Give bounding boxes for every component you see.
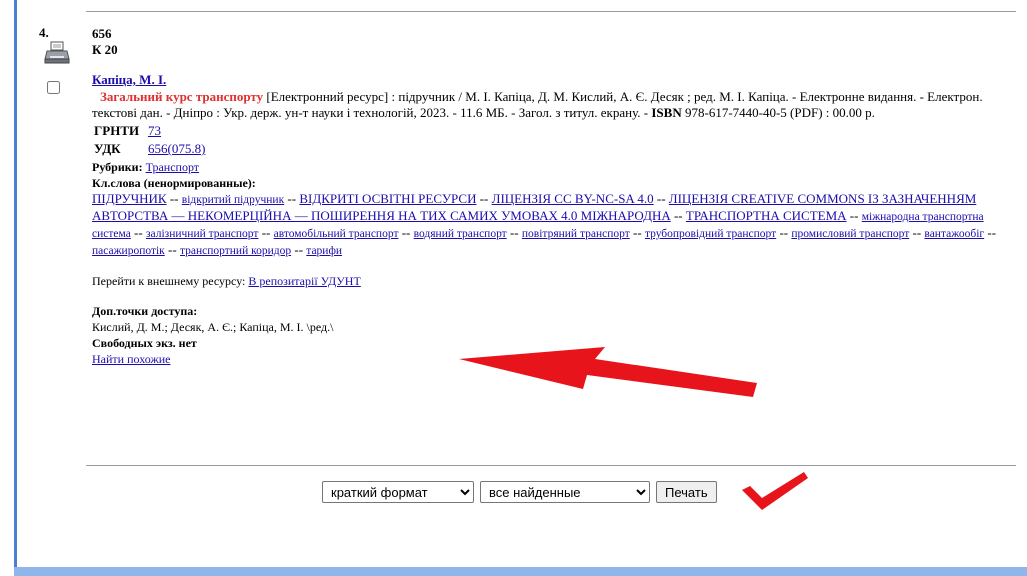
- keyword-link[interactable]: залізничний транспорт: [146, 228, 258, 240]
- keyword-link[interactable]: водяний транспорт: [414, 228, 507, 240]
- keyword-separator: --: [476, 191, 492, 206]
- keyword-link[interactable]: відкритий підручник: [182, 194, 284, 206]
- udk-link[interactable]: 656(075.8): [148, 141, 205, 156]
- keyword-link[interactable]: пасажиропотік: [92, 245, 165, 257]
- record-select-checkbox[interactable]: [47, 81, 60, 94]
- keyword-separator: --: [846, 208, 862, 223]
- access-points-value: Кислий, Д. М.; Десяк, А. Є.; Капіца, М. …: [92, 320, 334, 334]
- isbn-value: 978-617-7440-40-5 (PDF) : 00.00 р.: [681, 105, 875, 120]
- record-title: Загальний курс транспорту: [100, 89, 264, 104]
- print-controls: краткий формат все найденные Печать: [322, 481, 717, 503]
- record-body: 656 К 20 Капіца, М. І. Загальний курс тр…: [92, 26, 1012, 367]
- keyword-link[interactable]: повітряний транспорт: [522, 228, 630, 240]
- external-resource-label: Перейти к внешнему ресурсу:: [92, 274, 249, 288]
- keyword-link[interactable]: тарифи: [306, 245, 342, 257]
- rubrics-row: Рубрики: Транспорт: [92, 159, 1012, 175]
- divider-top: [86, 11, 1016, 12]
- rubric-link[interactable]: Транспорт: [146, 160, 199, 174]
- keyword-separator: --: [291, 242, 307, 257]
- grnti-row: ГРНТИ 73: [94, 123, 1012, 139]
- udk-label: УДК: [94, 141, 121, 156]
- class-code: 656: [92, 26, 112, 41]
- keyword-separator: --: [258, 225, 274, 240]
- keyword-link[interactable]: ТРАНСПОРТНА СИСТЕМА: [686, 208, 847, 223]
- keywords-list: ПІДРУЧНИК -- відкритий підручник -- ВІДК…: [92, 191, 1012, 259]
- keyword-link[interactable]: ВІДКРИТІ ОСВІТНІ РЕСУРСИ: [299, 191, 476, 206]
- keyword-separator: --: [984, 225, 997, 240]
- keyword-link[interactable]: вантажообіг: [924, 228, 984, 240]
- keyword-separator: --: [653, 191, 669, 206]
- keyword-link[interactable]: ЛІЦЕНЗІЯ CC BY-NC-SA 4.0: [492, 191, 654, 206]
- author-mark: К 20: [92, 42, 118, 57]
- keyword-separator: --: [506, 225, 522, 240]
- red-checkmark-annotation: [742, 472, 808, 510]
- udk-row: УДК 656(075.8): [94, 141, 1012, 157]
- divider-bottom: [86, 465, 1016, 466]
- keyword-separator: --: [284, 191, 300, 206]
- bibliographic-entry: Загальний курс транспорту [Електронний р…: [92, 89, 1012, 121]
- keyword-separator: --: [629, 225, 645, 240]
- external-resource-link[interactable]: В репозитарії УДУНТ: [248, 274, 360, 288]
- frame-bottom-border: [14, 567, 1027, 576]
- keyword-separator: --: [398, 225, 414, 240]
- keyword-separator: --: [776, 225, 792, 240]
- grnti-label: ГРНТИ: [94, 123, 140, 138]
- grnti-link[interactable]: 73: [148, 123, 161, 138]
- printer-icon[interactable]: [44, 40, 70, 66]
- keywords-label: Кл.слова (ненормированные):: [92, 176, 256, 190]
- print-button[interactable]: Печать: [656, 481, 717, 503]
- keyword-separator: --: [166, 191, 182, 206]
- rubrics-label: Рубрики:: [92, 160, 143, 174]
- frame-left-border: [14, 0, 17, 576]
- keyword-link[interactable]: автомобільний транспорт: [274, 228, 399, 240]
- keyword-separator: --: [164, 242, 180, 257]
- author-link[interactable]: Капіца, М. І.: [92, 72, 1012, 88]
- scope-select[interactable]: все найденные: [480, 481, 650, 503]
- keyword-separator: --: [130, 225, 146, 240]
- keyword-link[interactable]: трубопровідний транспорт: [645, 228, 776, 240]
- record-number: 4.: [39, 25, 49, 40]
- isbn-label: ISBN: [651, 105, 682, 120]
- external-resource-row: Перейти к внешнему ресурсу: В репозитарі…: [92, 273, 1012, 289]
- keyword-link[interactable]: промисловий транспорт: [791, 228, 909, 240]
- keyword-separator: --: [909, 225, 925, 240]
- access-points-label: Доп.точки доступа:: [92, 304, 198, 318]
- keyword-link[interactable]: транспортний коридор: [180, 245, 291, 257]
- keyword-separator: --: [670, 208, 686, 223]
- keyword-link[interactable]: ПІДРУЧНИК: [92, 191, 167, 206]
- format-select[interactable]: краткий формат: [322, 481, 474, 503]
- red-arrow-annotation: [459, 347, 757, 397]
